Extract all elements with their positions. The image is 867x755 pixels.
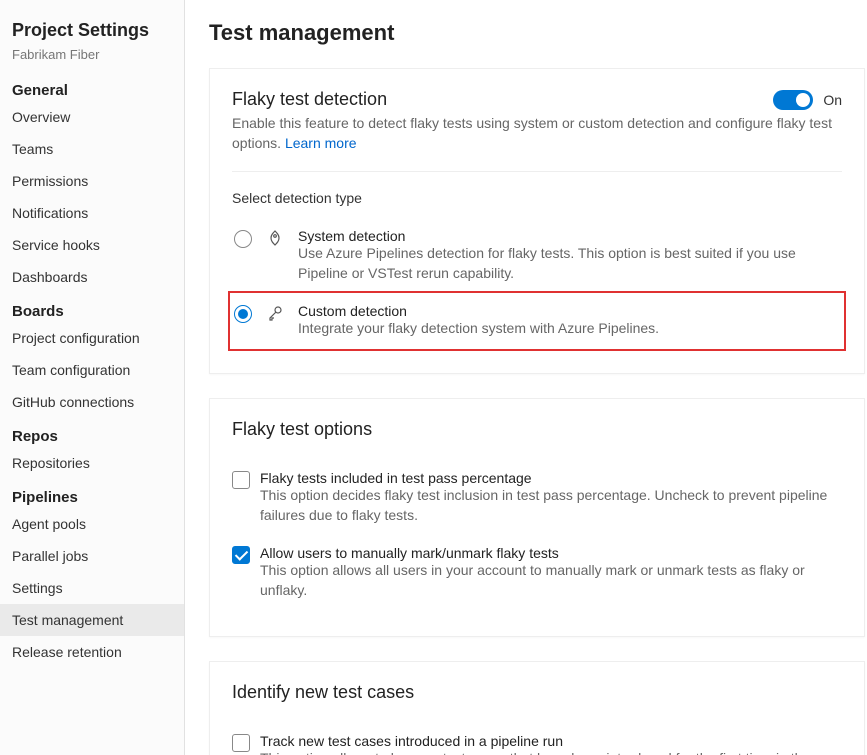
flaky-detection-desc: Enable this feature to detect flaky test…: [232, 114, 842, 153]
flaky-detection-toggle-label: On: [823, 92, 842, 108]
sidebar-item-service-hooks[interactable]: Service hooks: [0, 229, 184, 261]
flaky-options-card: Flaky test options Flaky tests included …: [209, 398, 865, 637]
sidebar-item-permissions[interactable]: Permissions: [0, 165, 184, 197]
sidebar-section-header: General: [0, 72, 184, 101]
checkbox-desc: This option allows to log new test cases…: [260, 749, 842, 755]
flaky-detection-toggle[interactable]: [773, 90, 813, 110]
checkbox-desc: This option decides flaky test inclusion…: [260, 486, 842, 525]
sidebar-item-agent-pools[interactable]: Agent pools: [0, 508, 184, 540]
sidebar-item-release-retention[interactable]: Release retention: [0, 636, 184, 668]
sidebar-subtitle: Fabrikam Fiber: [0, 47, 184, 72]
sidebar-title: Project Settings: [0, 10, 184, 47]
detection-option-custom-detection[interactable]: Custom detectionIntegrate your flaky det…: [228, 291, 846, 351]
radio-input[interactable]: [234, 305, 252, 323]
radio-title: Custom detection: [298, 303, 840, 319]
flaky-option[interactable]: Flaky tests included in test pass percen…: [232, 464, 842, 539]
radio-input[interactable]: [234, 230, 252, 248]
main-content: Test management Flaky test detection On …: [185, 0, 867, 755]
checkbox-label: Track new test cases introduced in a pip…: [260, 733, 842, 749]
select-detection-label: Select detection type: [232, 190, 842, 206]
flaky-options-heading: Flaky test options: [232, 419, 842, 440]
sidebar-item-team-configuration[interactable]: Team configuration: [0, 354, 184, 386]
sidebar-item-github-connections[interactable]: GitHub connections: [0, 386, 184, 418]
checkbox-label: Flaky tests included in test pass percen…: [260, 470, 842, 486]
checkbox-input[interactable]: [232, 471, 250, 489]
checkbox-label: Allow users to manually mark/unmark flak…: [260, 545, 842, 561]
sidebar-item-settings[interactable]: Settings: [0, 572, 184, 604]
learn-more-link[interactable]: Learn more: [285, 135, 357, 151]
checkbox-desc: This option allows all users in your acc…: [260, 561, 842, 600]
sidebar-item-dashboards[interactable]: Dashboards: [0, 261, 184, 293]
radio-title: System detection: [298, 228, 840, 244]
page-title: Test management: [209, 20, 867, 46]
sidebar: Project Settings Fabrikam Fiber GeneralO…: [0, 0, 185, 755]
sidebar-section-header: Boards: [0, 293, 184, 322]
flaky-detection-toggle-wrap: On: [773, 90, 842, 110]
divider: [232, 171, 842, 172]
sidebar-item-test-management[interactable]: Test management: [0, 604, 184, 636]
sidebar-item-teams[interactable]: Teams: [0, 133, 184, 165]
sidebar-item-parallel-jobs[interactable]: Parallel jobs: [0, 540, 184, 572]
radio-desc: Use Azure Pipelines detection for flaky …: [298, 244, 840, 283]
flaky-option[interactable]: Allow users to manually mark/unmark flak…: [232, 539, 842, 614]
sidebar-item-project-configuration[interactable]: Project configuration: [0, 322, 184, 354]
radio-desc: Integrate your flaky detection system wi…: [298, 319, 840, 339]
identify-option[interactable]: Track new test cases introduced in a pip…: [232, 727, 842, 755]
identify-card: Identify new test cases Track new test c…: [209, 661, 865, 755]
sidebar-item-overview[interactable]: Overview: [0, 101, 184, 133]
sidebar-section-header: Pipelines: [0, 479, 184, 508]
rocket-icon: [266, 230, 284, 246]
flaky-detection-card: Flaky test detection On Enable this feat…: [209, 68, 865, 374]
sidebar-section-header: Repos: [0, 418, 184, 447]
checkbox-input[interactable]: [232, 734, 250, 752]
detection-option-system-detection[interactable]: System detectionUse Azure Pipelines dete…: [232, 220, 842, 291]
wrench-icon: [266, 305, 284, 321]
checkbox-input[interactable]: [232, 546, 250, 564]
flaky-detection-heading: Flaky test detection: [232, 89, 387, 110]
sidebar-item-notifications[interactable]: Notifications: [0, 197, 184, 229]
sidebar-item-repositories[interactable]: Repositories: [0, 447, 184, 479]
identify-heading: Identify new test cases: [232, 682, 842, 703]
